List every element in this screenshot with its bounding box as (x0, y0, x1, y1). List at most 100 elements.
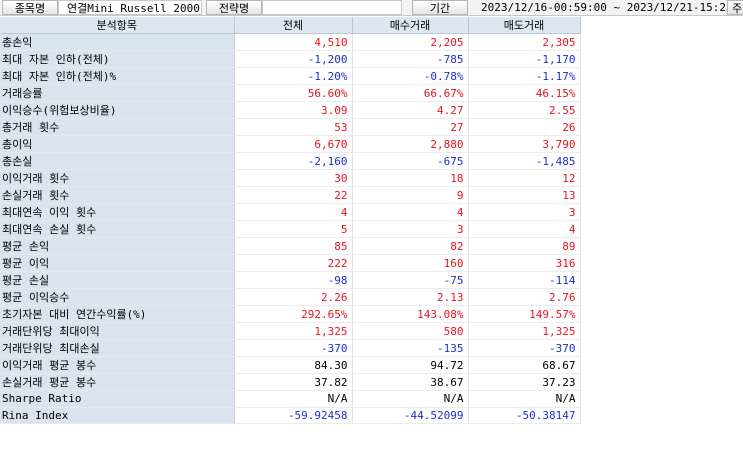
value-sell: 37.23 (468, 373, 581, 392)
row-label: 평균 이익 (0, 254, 235, 273)
row-label: 총거래 횟수 (0, 118, 235, 137)
row-label: 거래단위당 최대이익 (0, 322, 235, 341)
column-header-item[interactable]: 분석항목 (0, 17, 235, 35)
value-total: 3.09 (234, 101, 353, 120)
value-sell: 1,325 (468, 322, 581, 341)
row-label: Sharpe Ratio (0, 390, 235, 408)
row-label: 최대 자본 인하(전체)% (0, 67, 235, 86)
table-row[interactable]: 이익승수(위험보상비율) 3.09 4.27 2.55 (0, 101, 581, 120)
value-total: -1,200 (234, 50, 353, 69)
item-name-button[interactable]: 종목명 (2, 0, 58, 15)
value-buy: 66.67% (352, 84, 469, 103)
row-label: 총손익 (0, 33, 235, 52)
row-label: 평균 이익승수 (0, 288, 235, 307)
value-buy: 9 (352, 186, 469, 205)
value-sell: -1.17% (468, 67, 581, 86)
period-button[interactable]: 기간 (412, 0, 468, 15)
value-buy: 2,205 (352, 33, 469, 52)
analysis-table: 분석항목 전체 매수거래 매도거래 총손익 4,510 2,205 2,305 최대 자… (0, 17, 581, 425)
value-buy: 3 (352, 220, 469, 239)
table-row[interactable]: 거래단위당 최대이익 1,325 580 1,325 (0, 322, 581, 341)
table-row[interactable]: 총이익 6,670 2,880 3,790 (0, 135, 581, 154)
value-buy: -785 (352, 50, 469, 69)
row-label: 손실거래 평균 봉수 (0, 373, 235, 392)
value-sell: N/A (468, 390, 581, 408)
row-label: 손실거래 횟수 (0, 186, 235, 205)
table-row[interactable]: 초기자본 대비 연간수익률(%) 292.65% 143.08% 149.57% (0, 305, 581, 324)
row-label: 최대연속 이익 횟수 (0, 203, 235, 222)
table-row[interactable]: 손실거래 평균 봉수 37.82 38.67 37.23 (0, 373, 581, 392)
column-header-buy[interactable]: 매수거래 (352, 17, 469, 35)
strategy-name-field[interactable] (262, 0, 402, 15)
value-total: -98 (234, 271, 353, 290)
value-sell: 2,305 (468, 33, 581, 52)
table-row[interactable]: 이익거래 평균 봉수 84.30 94.72 68.67 (0, 356, 581, 375)
cut-off-button[interactable]: 주 (727, 0, 743, 15)
table-row[interactable]: 손실거래 횟수 22 9 13 (0, 186, 581, 205)
value-total: -370 (234, 339, 353, 358)
item-name-field[interactable]: 연결Mini Russell 2000 (58, 0, 202, 15)
value-buy: 160 (352, 254, 469, 273)
value-total: 292.65% (234, 305, 353, 324)
value-sell: 3 (468, 203, 581, 222)
value-sell: 2.76 (468, 288, 581, 307)
row-label: 평균 손실 (0, 271, 235, 290)
value-sell: 2.55 (468, 101, 581, 120)
value-buy: 143.08% (352, 305, 469, 324)
value-total: 30 (234, 169, 353, 188)
table-row[interactable]: 최대 자본 인하(전체)% -1.20% -0.78% -1.17% (0, 67, 581, 86)
row-label: 총이익 (0, 135, 235, 154)
value-total: -2,160 (234, 152, 353, 171)
table-row[interactable]: 최대연속 이익 횟수 4 4 3 (0, 203, 581, 222)
value-buy: 18 (352, 169, 469, 188)
value-buy: 2.13 (352, 288, 469, 307)
value-total: 85 (234, 237, 353, 256)
value-buy: 4 (352, 203, 469, 222)
table-row[interactable]: 최대 자본 인하(전체) -1,200 -785 -1,170 (0, 50, 581, 69)
value-total: 84.30 (234, 356, 353, 375)
table-row[interactable]: Rina Index -59.92458 -44.52099 -50.38147 (0, 407, 581, 425)
filter-toolbar: 종목명 연결Mini Russell 2000 전략명 기간 2023/12/1… (0, 0, 743, 16)
table-row[interactable]: 평균 손실 -98 -75 -114 (0, 271, 581, 290)
table-row[interactable]: 평균 이익승수 2.26 2.13 2.76 (0, 288, 581, 307)
table-row[interactable]: 거래승률 56.60% 66.67% 46.15% (0, 84, 581, 103)
strategy-name-button[interactable]: 전략명 (206, 0, 262, 15)
value-total: 4 (234, 203, 353, 222)
value-total: 1,325 (234, 322, 353, 341)
value-buy: -75 (352, 271, 469, 290)
table-body: 총손익 4,510 2,205 2,305 최대 자본 인하(전체) -1,200 -785… (0, 33, 581, 425)
value-sell: 68.67 (468, 356, 581, 375)
value-buy: 2,880 (352, 135, 469, 154)
value-sell: 149.57% (468, 305, 581, 324)
value-total: 22 (234, 186, 353, 205)
table-row[interactable]: 거래단위당 최대손실 -370 -135 -370 (0, 339, 581, 358)
value-total: 5 (234, 220, 353, 239)
table-row[interactable]: 총손익 4,510 2,205 2,305 (0, 33, 581, 52)
value-buy: 82 (352, 237, 469, 256)
table-row[interactable]: Sharpe Ratio N/A N/A N/A (0, 390, 581, 408)
value-total: -59.92458 (234, 407, 353, 425)
value-total: 56.60% (234, 84, 353, 103)
column-header-sell[interactable]: 매도거래 (468, 17, 581, 35)
value-buy: 580 (352, 322, 469, 341)
column-header-total[interactable]: 전체 (234, 17, 353, 35)
value-buy: -0.78% (352, 67, 469, 86)
value-buy: 94.72 (352, 356, 469, 375)
value-total: N/A (234, 390, 353, 408)
table-row[interactable]: 최대연속 손실 횟수 5 3 4 (0, 220, 581, 239)
table-row[interactable]: 평균 이익 222 160 316 (0, 254, 581, 273)
table-row[interactable]: 총거래 횟수 53 27 26 (0, 118, 581, 137)
value-buy: N/A (352, 390, 469, 408)
value-total: -1.20% (234, 67, 353, 86)
table-row[interactable]: 평균 손익 85 82 89 (0, 237, 581, 256)
row-label: 거래승률 (0, 84, 235, 103)
table-row[interactable]: 이익거래 횟수 30 18 12 (0, 169, 581, 188)
value-buy: -135 (352, 339, 469, 358)
table-row[interactable]: 총손실 -2,160 -675 -1,485 (0, 152, 581, 171)
value-sell: 4 (468, 220, 581, 239)
value-sell: -50.38147 (468, 407, 581, 425)
value-total: 4,510 (234, 33, 353, 52)
value-sell: 46.15% (468, 84, 581, 103)
value-sell: 13 (468, 186, 581, 205)
value-sell: 12 (468, 169, 581, 188)
